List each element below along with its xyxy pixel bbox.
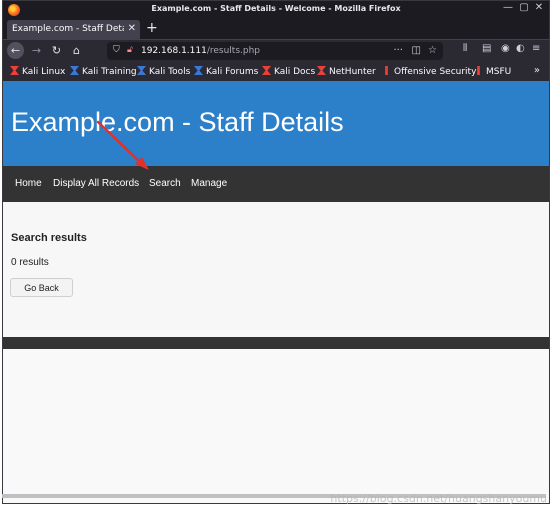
bookmark-label: Offensive Security (394, 67, 477, 77)
insecure-lock-icon[interactable]: 🔓︎ (127, 45, 133, 55)
url-host: 192.168.1.111 (141, 46, 207, 56)
offsec-icon (385, 66, 388, 75)
bookmark-item[interactable]: NetHunter (317, 66, 376, 77)
bookmark-label: NetHunter (329, 67, 376, 77)
tab-strip: Example.com - Staff Details ✕ + (3, 19, 549, 39)
kali-icon (137, 66, 146, 75)
home-icon[interactable]: ⌂ (68, 42, 85, 59)
bookmark-label: MSFU (486, 67, 512, 77)
bookmark-label: Kali Docs (274, 67, 316, 77)
site-header: Example.com - Staff Details (3, 81, 549, 166)
bookmark-item[interactable]: Kali Tools (137, 66, 190, 77)
bookmark-star-icon[interactable]: ☆ (428, 45, 437, 56)
results-heading: Search results (11, 232, 87, 244)
kali-icon (317, 66, 326, 75)
kali-icon (194, 66, 203, 75)
sidebar-icon[interactable]: ▤ (482, 43, 491, 54)
minimize-icon[interactable]: — (501, 2, 515, 13)
nav-manage[interactable]: Manage (191, 178, 227, 189)
bookmarks-overflow-icon[interactable]: » (534, 65, 540, 76)
watermark-text: https://blog.csdn.net/huangshanyoumu (330, 492, 547, 505)
page-actions-icon[interactable]: ··· (393, 45, 403, 56)
offsec-icon (477, 66, 480, 75)
nav-search[interactable]: Search (149, 178, 181, 189)
nav-display-all-records[interactable]: Display All Records (53, 178, 139, 189)
window-title: Example.com - Staff Details - Welcome - … (151, 4, 401, 13)
web-page: Example.com - Staff Details Home Display… (3, 81, 549, 503)
navigation-bar: ← → ↻ ⌂ ⛉ 🔓︎ 192.168.1.111/results.php ·… (3, 39, 549, 62)
results-count: 0 results (11, 257, 49, 268)
site-nav: Home Display All Records Search Manage (3, 166, 549, 202)
url-path: /results.php (206, 46, 261, 56)
bookmark-item[interactable]: Kali Linux (10, 66, 65, 77)
library-icon[interactable]: ⫴ (463, 43, 467, 54)
new-tab-icon[interactable]: + (146, 20, 158, 36)
reload-icon[interactable]: ↻ (48, 42, 65, 59)
kali-icon (262, 66, 271, 75)
nav-home[interactable]: Home (15, 178, 42, 189)
tab-label: Example.com - Staff Details (12, 24, 124, 34)
url-text[interactable]: 192.168.1.111/results.php (141, 46, 260, 56)
bookmark-item[interactable]: MSFU (474, 66, 511, 77)
bookmark-label: Kali Forums (206, 67, 259, 77)
footer-bar (3, 337, 549, 349)
bookmark-item[interactable]: Kali Forums (194, 66, 258, 77)
bookmark-label: Kali Tools (149, 67, 191, 77)
maximize-icon[interactable]: ▢ (517, 2, 531, 13)
go-back-button[interactable]: Go Back (10, 278, 73, 297)
bookmark-item[interactable]: Kali Training (70, 66, 137, 77)
bookmark-label: Kali Linux (22, 67, 66, 77)
menu-icon[interactable]: ≡ (532, 43, 540, 54)
empty-page-area (3, 349, 549, 503)
kali-icon (70, 66, 79, 75)
site-title: Example.com - Staff Details (11, 107, 344, 137)
bookmark-item[interactable]: Offensive Security (382, 66, 476, 77)
tab-close-icon[interactable]: ✕ (128, 23, 136, 34)
close-window-icon[interactable]: ✕ (532, 2, 546, 13)
bookmark-label: Kali Training (82, 67, 137, 77)
url-bar[interactable]: ⛉ 🔓︎ 192.168.1.111/results.php ··· ◫ ☆ (107, 42, 443, 60)
bookmarks-toolbar: » Kali Linux Kali Training Kali Tools Kali … (3, 62, 549, 81)
kali-icon (10, 66, 19, 75)
pocket-icon[interactable]: ◫ (412, 45, 421, 56)
bookmark-item[interactable]: Kali Docs (262, 66, 315, 77)
browser-window: Example.com - Staff Details - Welcome - … (2, 0, 550, 504)
title-bar: Example.com - Staff Details - Welcome - … (3, 1, 549, 19)
account-icon[interactable]: ◉ (501, 43, 510, 54)
extension-icon[interactable]: ◐ (516, 43, 525, 54)
tab-active[interactable]: Example.com - Staff Details ✕ (7, 20, 140, 39)
forward-icon[interactable]: → (28, 42, 45, 59)
shield-icon[interactable]: ⛉ (113, 45, 120, 55)
back-icon[interactable]: ← (7, 42, 24, 59)
results-panel: Search results 0 results Go Back (3, 202, 549, 337)
